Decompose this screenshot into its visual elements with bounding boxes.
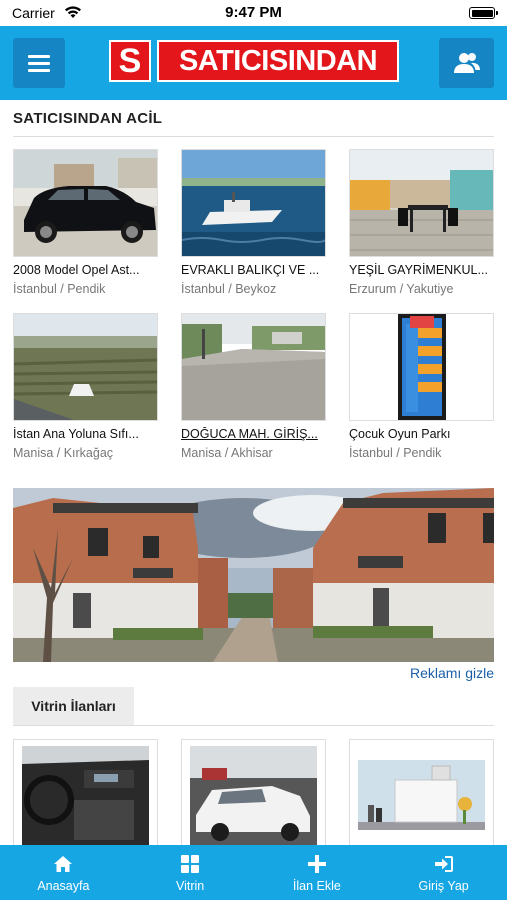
tab-vitrin[interactable]: Vitrin	[127, 845, 254, 900]
listing-title: YEŞİL GAYRİMENKUL...	[349, 263, 488, 277]
vitrin-section-tab[interactable]: Vitrin İlanları	[13, 687, 134, 725]
plus-icon	[307, 855, 326, 873]
menu-button[interactable]	[13, 38, 65, 88]
listing-location: İstanbul / Pendik	[349, 446, 442, 460]
listing-card[interactable]: EVRAKLI BALIKÇI VE ... İstanbul / Beykoz	[181, 149, 326, 296]
user-account-button[interactable]	[439, 38, 494, 88]
listing-card[interactable]: DOĞUCA MAH. GİRİŞ... Manisa / Akhisar	[181, 313, 326, 460]
hamburger-menu-icon	[28, 54, 50, 72]
tab-label: Vitrin	[175, 879, 205, 893]
tab-add-listing[interactable]: İlan Ekle	[254, 845, 381, 900]
listing-image	[13, 739, 158, 847]
ad-banner[interactable]	[13, 488, 494, 662]
listing-image	[181, 313, 326, 421]
sign-in-icon	[434, 856, 453, 872]
tab-label: İlan Ekle	[292, 879, 341, 893]
logo-mark: S	[109, 40, 151, 82]
listing-card[interactable]: YEŞİL GAYRİMENKUL... Erzurum / Yakutiye	[349, 149, 494, 296]
status-bar: Carrier 9:47 PM	[0, 0, 507, 26]
vitrin-card[interactable]	[13, 739, 158, 847]
listing-location: Manisa / Kırkağaç	[13, 446, 114, 460]
vitrin-card[interactable]	[349, 739, 494, 847]
tab-label: Giriş Yap	[418, 879, 469, 893]
grid-icon	[181, 855, 200, 873]
section-title: SATICISINDAN ACİL	[13, 110, 163, 127]
listing-image	[349, 313, 494, 421]
hide-ad-link[interactable]: Reklamı gizle	[410, 665, 494, 681]
divider	[13, 136, 494, 137]
logo-text: SATICISINDAN	[157, 40, 399, 82]
listing-image	[181, 739, 326, 847]
listing-title: DOĞUCA MAH. GİRİŞ...	[181, 427, 318, 441]
listing-image	[349, 149, 494, 257]
listing-title: EVRAKLI BALIKÇI VE ...	[181, 263, 320, 277]
listing-title: Çocuk Oyun Parkı	[349, 427, 451, 441]
tab-sign-in[interactable]: Giriş Yap	[380, 845, 507, 900]
listing-location: İstanbul / Beykoz	[181, 282, 277, 296]
tab-label: Anasayfa	[37, 879, 90, 893]
status-time: 9:47 PM	[225, 4, 282, 21]
battery-icon	[469, 7, 498, 19]
divider	[13, 725, 494, 726]
app-header: S SATICISINDAN	[0, 26, 507, 100]
logo[interactable]: S SATICISINDAN	[109, 40, 399, 82]
tab-home[interactable]: Anasayfa	[0, 845, 127, 900]
users-icon	[453, 53, 480, 73]
vitrin-card[interactable]	[181, 739, 326, 847]
listing-location: İstanbul / Pendik	[13, 282, 106, 296]
listing-card[interactable]: İstan Ana Yoluna Sıfı... Manisa / Kırkağ…	[13, 313, 158, 460]
listing-image	[349, 739, 494, 847]
bottom-tab-bar: Anasayfa Vitrin İlan Ekle Giriş Yap	[0, 845, 507, 900]
listing-image	[13, 313, 158, 421]
listing-image	[181, 149, 326, 257]
home-icon	[54, 856, 73, 872]
listing-title: İstan Ana Yoluna Sıfı...	[13, 427, 139, 441]
listing-title: 2008 Model Opel Ast...	[13, 263, 140, 277]
listing-card[interactable]: Çocuk Oyun Parkı İstanbul / Pendik	[349, 313, 494, 460]
listing-location: Erzurum / Yakutiye	[349, 282, 454, 296]
listing-location: Manisa / Akhisar	[181, 446, 273, 460]
listing-image	[13, 149, 158, 257]
listing-card[interactable]: 2008 Model Opel Ast... İstanbul / Pendik	[13, 149, 158, 296]
